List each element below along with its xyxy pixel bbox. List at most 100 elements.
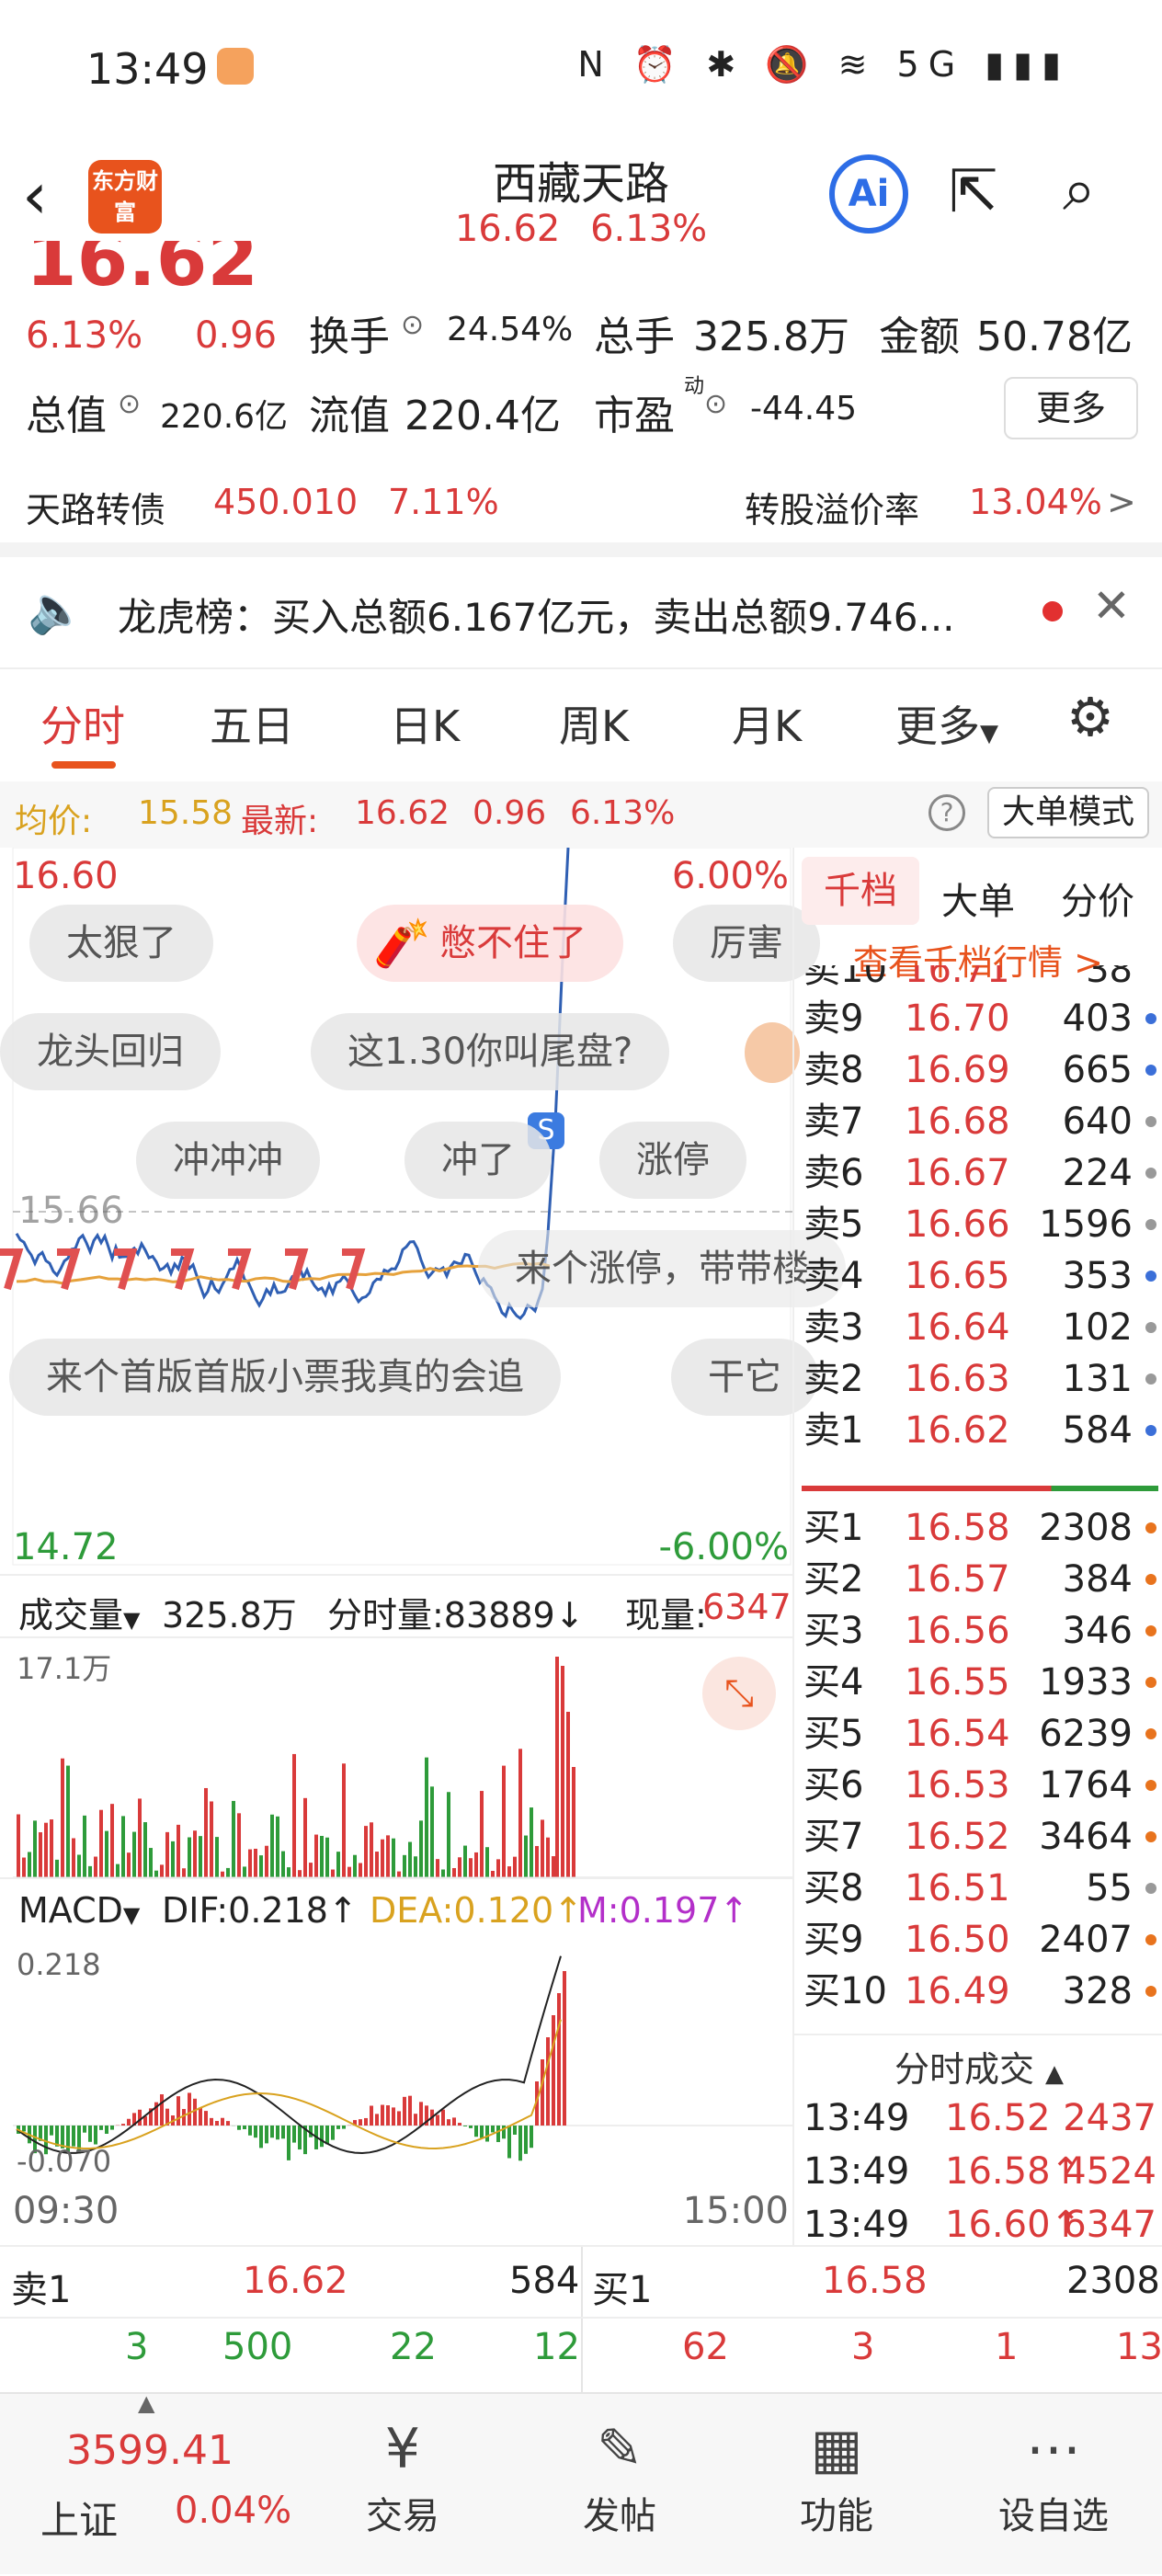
sell-row[interactable]: 卖816.69665 <box>794 1044 1162 1096</box>
chart-tabs: 分时 五日 日K 周K 月K 更多▼ ⚙ <box>0 667 1162 778</box>
sell-row[interactable]: 卖516.661596 <box>794 1199 1162 1250</box>
bullet-comment[interactable]: 冲了 <box>404 1122 552 1199</box>
buy-row[interactable]: 买1016.49328 <box>794 1966 1162 2017</box>
buy-price: 16.50 <box>905 1914 1010 1966</box>
tick-price: 16.58↑ <box>945 2146 1081 2197</box>
tab-more[interactable]: 更多▼ <box>895 693 998 754</box>
info-icon[interactable]: ⊙ <box>704 388 727 420</box>
bullet-comment[interactable]: 龙头回归 <box>0 1013 221 1090</box>
settings-gear-icon[interactable]: ⚙ <box>1066 686 1114 748</box>
close-icon[interactable]: ✕ <box>1092 579 1131 633</box>
book-tab-big[interactable]: 大单 <box>941 872 1015 925</box>
sell-row[interactable]: 卖116.62584 <box>794 1405 1162 1456</box>
info-icon[interactable]: ⊙ <box>401 309 424 341</box>
buy-row[interactable]: 买416.551933 <box>794 1657 1162 1708</box>
tab-monthly-k[interactable]: 月K <box>732 693 802 754</box>
info-icon[interactable]: ⊙ <box>118 388 141 420</box>
volume-label: 成交量 <box>18 1595 123 1636</box>
chevron-up-icon: ▲ <box>1045 2060 1064 2088</box>
volume-bar <box>99 1810 103 1877</box>
buy-row[interactable]: 买216.57384 <box>794 1554 1162 1605</box>
volume-bar <box>485 1847 489 1877</box>
sell-row[interactable]: 卖616.67224 <box>794 1147 1162 1199</box>
help-icon[interactable]: ? <box>928 794 965 831</box>
macd-bar <box>221 2118 224 2126</box>
sell-level: 卖4 <box>803 1250 863 1302</box>
bullet-comment[interactable]: 冲冲冲 <box>136 1122 320 1199</box>
buy-price: 16.54 <box>905 1708 1010 1760</box>
sell-row[interactable]: 卖316.64102 <box>794 1302 1162 1353</box>
sell-row[interactable]: 卖216.63131 <box>794 1353 1162 1405</box>
big-order-mode-button[interactable]: 大单模式 <box>987 787 1149 838</box>
sell-level: 卖6 <box>803 1147 863 1199</box>
ai-icon[interactable]: Ai <box>829 154 908 234</box>
macd-bar <box>364 2118 368 2126</box>
bullet-comment[interactable]: 涨停 <box>599 1122 746 1199</box>
tab-five-day[interactable]: 五日 <box>210 693 294 754</box>
macd-bar <box>204 2111 208 2126</box>
expand-icon[interactable]: ⤡ <box>702 1657 776 1730</box>
buy-row[interactable]: 买116.582308 <box>794 1502 1162 1554</box>
bullet-comment[interactable]: 🧨憋不住了 <box>357 905 623 982</box>
big-price: 16.62 <box>26 241 258 291</box>
volume-bar <box>491 1871 495 1877</box>
tab-intraday[interactable]: 分时 <box>40 693 125 754</box>
volume-bar <box>243 1866 246 1877</box>
top-price: 16.60 <box>13 855 119 897</box>
nav-post[interactable]: ✎发帖 <box>546 2412 693 2539</box>
notice-bar[interactable]: 🔈 龙虎榜：买入总额6.167亿元，卖出总额9.746... ✕ <box>0 552 1162 667</box>
avg-value: 15.58 <box>138 794 233 832</box>
buy-row[interactable]: 买716.523464 <box>794 1811 1162 1863</box>
status-dot <box>1145 1728 1156 1739</box>
sell-row[interactable]: 卖716.68640 <box>794 1096 1162 1147</box>
convertible-bond-row[interactable]: 天路转债 450.010 7.11% 转股溢价率 13.04% > <box>0 469 1162 542</box>
buy-row[interactable]: 买916.502407 <box>794 1914 1162 1966</box>
bullet-comment[interactable]: 来个首版首版小票我真的会追 <box>9 1339 561 1416</box>
more-button[interactable]: 更多 <box>1004 377 1138 439</box>
macd-bar <box>552 2015 555 2126</box>
sell-price: 16.66 <box>905 1199 1010 1250</box>
intraday-chart[interactable]: 16.60 6.00% 15.66 14.72 -6.00% S 太狠了 🧨憋不… <box>0 848 792 2245</box>
tab-weekly-k[interactable]: 周K <box>559 693 629 754</box>
buy-row[interactable]: 买816.5155 <box>794 1863 1162 1914</box>
divider <box>0 2317 1162 2319</box>
status-dot <box>1145 1677 1156 1688</box>
avg-line <box>17 1263 550 1283</box>
buy-row[interactable]: 买616.531764 <box>794 1760 1162 1811</box>
bullet-comment[interactable]: 太狠了 <box>29 905 213 982</box>
volume-bar <box>530 1807 533 1877</box>
bond-pct: 7.11% <box>388 482 499 522</box>
nav-functions[interactable]: ▦功能 <box>763 2412 910 2539</box>
volume-bar <box>314 1835 318 1877</box>
volume-value: 325.8万 <box>693 303 849 362</box>
buy-level: 买6 <box>803 1760 863 1811</box>
ticks-title[interactable]: 分时成交 ▲ <box>794 2034 1162 2089</box>
tab-daily-k[interactable]: 日K <box>390 693 460 754</box>
volume-selector[interactable]: 成交量▼ <box>18 1587 140 1637</box>
search-icon[interactable]: ⌕ <box>1063 156 1096 224</box>
bullet-comment[interactable]: 这1.30你叫尾盘? <box>311 1013 669 1090</box>
volume-bar <box>474 1852 478 1877</box>
chevron-right-icon: > <box>1107 482 1136 522</box>
index-widget[interactable]: ▲ 3599.41 上证 0.04% <box>0 2394 303 2576</box>
book-tab-price[interactable]: 分价 <box>1061 872 1134 925</box>
buy-row[interactable]: 买516.546239 <box>794 1708 1162 1760</box>
volume-bar <box>452 1868 456 1877</box>
sell-row[interactable]: 卖416.65353 <box>794 1250 1162 1302</box>
macd-bar <box>254 2126 257 2137</box>
volume-bar <box>507 1866 511 1877</box>
sell-price: 16.65 <box>905 1250 1010 1302</box>
volume-bar <box>353 1855 357 1877</box>
macd-bar <box>160 2094 164 2126</box>
volume-total: 325.8万 <box>162 1587 297 1637</box>
volume-bar <box>386 1835 390 1877</box>
zigzag-mark <box>171 1252 189 1289</box>
nav-watchlist[interactable]: ⋯设自选 <box>980 2412 1127 2539</box>
nav-trade[interactable]: ¥交易 <box>329 2412 476 2539</box>
buy-row[interactable]: 买316.56346 <box>794 1605 1162 1657</box>
share-icon[interactable]: ⇱ <box>949 158 998 226</box>
macd-selector[interactable]: MACD▼ <box>18 1890 140 1931</box>
bullet-comment[interactable]: 来个涨停，带带楼 <box>478 1230 846 1307</box>
sell-row[interactable]: 卖916.70403 <box>794 993 1162 1044</box>
book-tab-full[interactable]: 千档 <box>802 857 919 925</box>
